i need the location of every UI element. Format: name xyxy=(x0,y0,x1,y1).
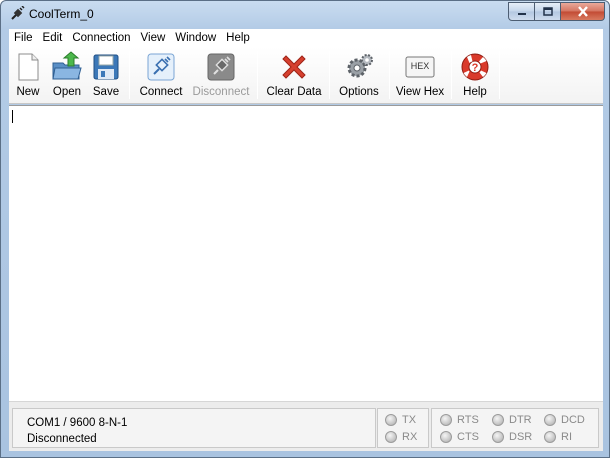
menu-edit[interactable]: Edit xyxy=(38,32,68,44)
open-folder-icon xyxy=(52,51,82,80)
ri-indicator-icon xyxy=(544,431,556,443)
maximize-icon xyxy=(542,7,553,16)
connect-plug-icon xyxy=(147,53,175,81)
menu-connection[interactable]: Connection xyxy=(67,32,135,44)
view-hex-label: View Hex xyxy=(395,86,445,98)
new-document-icon xyxy=(18,53,39,81)
help-label: Help xyxy=(463,86,487,98)
menu-file[interactable]: File xyxy=(9,32,38,44)
save-label: Save xyxy=(92,86,120,98)
ri-label: RI xyxy=(561,431,572,443)
minimize-button[interactable] xyxy=(508,2,535,21)
toolbar: New Open Save Connect Disconnect Clear D… xyxy=(9,47,603,104)
open-button[interactable]: Open xyxy=(49,49,85,101)
connection-state-text: Disconnected xyxy=(27,433,97,445)
status-bar: COM1 / 9600 8-N-1 Disconnected TX RX RTS… xyxy=(9,401,603,451)
new-button[interactable]: New xyxy=(11,49,45,101)
tx-label: TX xyxy=(402,414,417,426)
toolbar-separator xyxy=(129,51,130,99)
text-cursor xyxy=(12,110,13,123)
menu-window[interactable]: Window xyxy=(170,32,221,44)
cts-indicator-icon xyxy=(440,431,452,443)
title-bar[interactable]: CoolTerm_0 xyxy=(1,1,609,28)
dcd-led: DCD xyxy=(544,414,585,426)
cts-led: CTS xyxy=(440,431,479,443)
connect-button[interactable]: Connect xyxy=(137,49,185,101)
dcd-indicator-icon xyxy=(544,414,556,426)
txrx-led-panel: TX RX xyxy=(377,408,429,448)
window-title: CoolTerm_0 xyxy=(29,7,94,21)
hex-view-icon: HEX xyxy=(404,51,436,83)
clear-data-button[interactable]: Clear Data xyxy=(265,49,323,101)
dtr-led: DTR xyxy=(492,414,532,426)
handshake-led-panel: RTS CTS DTR DSR DCD RI xyxy=(431,408,599,448)
help-lifebuoy-icon: ? xyxy=(461,53,489,81)
svg-text:?: ? xyxy=(472,62,479,74)
toolbar-separator xyxy=(499,51,500,99)
dcd-label: DCD xyxy=(561,414,585,426)
dsr-led: DSR xyxy=(492,431,532,443)
options-button[interactable]: Options xyxy=(335,49,383,101)
save-button[interactable]: Save xyxy=(89,49,123,101)
connect-label: Connect xyxy=(139,86,183,98)
toolbar-separator xyxy=(329,51,330,99)
dsr-indicator-icon xyxy=(492,431,504,443)
view-hex-button[interactable]: HEX View Hex xyxy=(395,49,445,101)
rx-label: RX xyxy=(402,431,418,443)
clear-data-label: Clear Data xyxy=(266,86,322,98)
ri-led: RI xyxy=(544,431,572,443)
tx-led: TX xyxy=(385,414,416,426)
disconnect-button[interactable]: Disconnect xyxy=(191,49,251,101)
close-icon xyxy=(577,6,588,17)
gear-icon xyxy=(347,54,373,78)
dtr-label: DTR xyxy=(509,414,532,426)
close-button[interactable] xyxy=(561,2,605,21)
caption-buttons xyxy=(508,2,605,21)
disconnect-label: Disconnect xyxy=(192,86,250,98)
save-disk-icon xyxy=(93,54,119,80)
rx-led: RX xyxy=(385,431,417,443)
terminal-output-area[interactable] xyxy=(9,105,603,401)
rts-led: RTS xyxy=(440,414,479,426)
clear-x-icon xyxy=(282,55,306,79)
connection-status-panel: COM1 / 9600 8-N-1 Disconnected xyxy=(12,408,376,448)
rts-label: RTS xyxy=(457,414,479,426)
open-label: Open xyxy=(52,86,82,98)
disconnect-plug-icon xyxy=(207,53,235,81)
help-button[interactable]: ? Help xyxy=(457,49,493,101)
menu-help[interactable]: Help xyxy=(221,32,255,44)
options-label: Options xyxy=(339,86,379,98)
hex-badge-text: HEX xyxy=(410,61,430,71)
toolbar-separator xyxy=(257,51,258,99)
toolbar-separator xyxy=(451,51,452,99)
dtr-indicator-icon xyxy=(492,414,504,426)
menu-view[interactable]: View xyxy=(136,32,171,44)
tx-indicator-icon xyxy=(385,414,397,426)
plug-icon xyxy=(11,6,25,20)
maximize-button[interactable] xyxy=(535,2,561,21)
rx-indicator-icon xyxy=(385,431,397,443)
rts-indicator-icon xyxy=(440,414,452,426)
toolbar-separator xyxy=(389,51,390,99)
app-window: CoolTerm_0 File Edit Connection View Win… xyxy=(0,0,610,458)
cts-label: CTS xyxy=(457,431,479,443)
port-settings-text: COM1 / 9600 8-N-1 xyxy=(27,417,128,429)
minimize-icon xyxy=(517,12,526,15)
new-label: New xyxy=(16,86,40,98)
menu-bar: File Edit Connection View Window Help xyxy=(9,29,603,47)
dsr-label: DSR xyxy=(509,431,533,443)
